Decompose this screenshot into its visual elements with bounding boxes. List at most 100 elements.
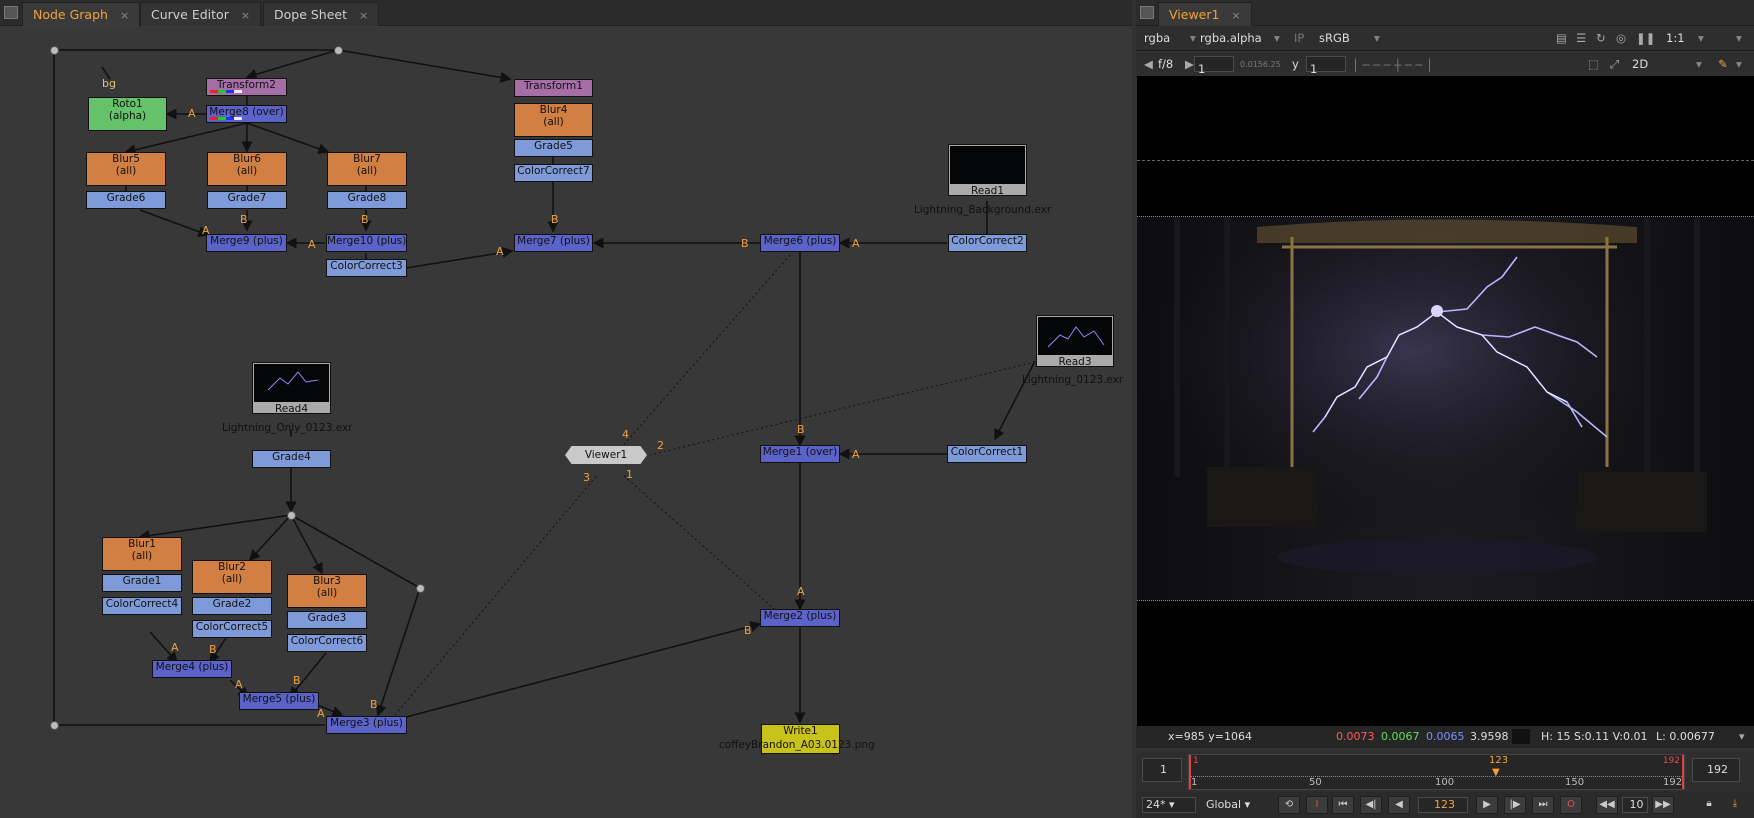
- node-merge2[interactable]: Merge2 (plus): [760, 609, 840, 627]
- node-colorcorrect1[interactable]: ColorCorrect1: [947, 445, 1027, 463]
- tab-dope-sheet[interactable]: Dope Sheet ×: [263, 2, 380, 26]
- gain-slider[interactable]: 0.0156.25: [1240, 60, 1281, 69]
- node-transform2[interactable]: Transform2: [206, 78, 287, 96]
- close-icon[interactable]: ×: [1231, 9, 1240, 22]
- dot-node[interactable]: [50, 721, 59, 730]
- pause-icon[interactable]: ❚❚: [1636, 31, 1655, 45]
- node-roto1[interactable]: Roto1 (alpha): [88, 97, 167, 131]
- node-grade3[interactable]: Grade3: [287, 611, 367, 629]
- node-read1[interactable]: Read1: [948, 144, 1027, 196]
- play-backward-icon[interactable]: ◀: [1388, 796, 1410, 814]
- node-grade8[interactable]: Grade8: [327, 191, 407, 209]
- node-merge8[interactable]: Merge8 (over): [206, 105, 287, 123]
- tab-viewer1[interactable]: Viewer1 ×: [1158, 2, 1252, 26]
- node-grade5[interactable]: Grade5: [514, 139, 593, 157]
- play-forward-icon[interactable]: ▶: [1476, 796, 1498, 814]
- node-merge10[interactable]: Merge10 (plus): [326, 234, 407, 252]
- lock-icon[interactable]: 🔒︎: [1698, 796, 1720, 814]
- step-forward-icon[interactable]: ▶▶: [1652, 796, 1674, 814]
- node-viewer1[interactable]: Viewer1: [565, 446, 647, 464]
- node-merge1[interactable]: Merge1 (over): [760, 445, 840, 463]
- node-merge9[interactable]: Merge9 (plus): [206, 234, 287, 252]
- frame-range-dropdown[interactable]: Global ▾: [1202, 797, 1266, 813]
- node-merge6[interactable]: Merge6 (plus): [760, 234, 840, 252]
- target-icon[interactable]: ◎: [1616, 31, 1626, 45]
- node-blur2[interactable]: Blur2 (all): [192, 560, 272, 594]
- close-icon[interactable]: ×: [241, 9, 250, 22]
- fps-dropdown[interactable]: 24* ▾: [1142, 797, 1196, 813]
- node-merge3[interactable]: Merge3 (plus): [326, 716, 407, 734]
- node-blur1[interactable]: Blur1 (all): [102, 537, 182, 571]
- list-icon[interactable]: ☰: [1576, 31, 1586, 45]
- node-merge4[interactable]: Merge4 (plus): [152, 660, 232, 678]
- chevron-down-icon[interactable]: ▾: [1739, 730, 1745, 743]
- node-colorcorrect4[interactable]: ColorCorrect4: [102, 597, 182, 615]
- node-merge5[interactable]: Merge5 (plus): [239, 692, 319, 710]
- dot-node[interactable]: [287, 511, 296, 520]
- timeline-scrubber[interactable]: 1 192 123 ▼ 1 50 100 150 192: [1188, 754, 1685, 790]
- timeline-start-field[interactable]: 1: [1142, 758, 1182, 782]
- dot-node[interactable]: [50, 46, 59, 55]
- node-grade6[interactable]: Grade6: [86, 191, 166, 209]
- node-colorcorrect5[interactable]: ColorCorrect5: [192, 620, 272, 638]
- gain-field[interactable]: 1: [1194, 56, 1234, 76]
- node-blur5[interactable]: Blur5 (all): [86, 152, 166, 186]
- node-colorcorrect3[interactable]: ColorCorrect3: [326, 259, 407, 277]
- tab-node-graph[interactable]: Node Graph ×: [22, 2, 141, 26]
- lut-dropdown[interactable]: sRGB: [1319, 31, 1350, 45]
- arrow-right-icon[interactable]: ▶: [1185, 57, 1194, 71]
- current-frame-field[interactable]: 123: [1418, 797, 1468, 813]
- close-icon[interactable]: ×: [359, 9, 368, 22]
- step-back-icon[interactable]: ◀◀: [1596, 796, 1618, 814]
- ip-button[interactable]: IP: [1294, 31, 1304, 45]
- transform-icon[interactable]: ⤢: [1610, 57, 1619, 72]
- alpha-channel-dropdown[interactable]: rgba.alpha: [1200, 31, 1262, 45]
- gamma-field[interactable]: 1: [1306, 56, 1346, 76]
- node-grade1[interactable]: Grade1: [102, 574, 182, 592]
- node-read4[interactable]: Read4: [252, 362, 331, 414]
- panel-menu-icon[interactable]: [4, 6, 18, 19]
- cache-icon[interactable]: ⤓: [1724, 796, 1746, 814]
- node-graph-canvas[interactable]: bg Roto1 (alpha) Transform2 Merge8 (over)…: [0, 27, 1132, 818]
- node-grade4[interactable]: Grade4: [252, 450, 331, 468]
- node-read3[interactable]: Read3: [1036, 315, 1114, 367]
- node-colorcorrect6[interactable]: ColorCorrect6: [287, 634, 367, 652]
- panel-menu-icon[interactable]: [1140, 6, 1154, 19]
- view-mode-dropdown[interactable]: 2D: [1632, 57, 1648, 71]
- timeline-end-field[interactable]: 192: [1692, 758, 1740, 782]
- first-frame-icon[interactable]: ⏮: [1332, 796, 1354, 814]
- refresh-icon[interactable]: ↻: [1596, 31, 1606, 45]
- step-field[interactable]: 10: [1622, 797, 1648, 813]
- viewer-image-area[interactable]: [1137, 76, 1754, 726]
- loop-icon[interactable]: ⟲: [1278, 796, 1300, 814]
- out-point-icon[interactable]: O: [1560, 796, 1582, 814]
- zoom-dropdown[interactable]: 1:1: [1666, 31, 1685, 45]
- overlay-icon[interactable]: ▤: [1556, 31, 1567, 45]
- prev-keyframe-icon[interactable]: ◀|: [1360, 796, 1382, 814]
- dot-node[interactable]: [416, 584, 425, 593]
- close-icon[interactable]: ×: [120, 9, 129, 22]
- roi-icon[interactable]: ⬚: [1588, 57, 1599, 71]
- node-transform1[interactable]: Transform1: [514, 79, 593, 97]
- node-colorcorrect2[interactable]: ColorCorrect2: [948, 234, 1027, 252]
- node-merge7[interactable]: Merge7 (plus): [514, 234, 593, 252]
- pen-icon[interactable]: ✎: [1718, 57, 1728, 71]
- arrow-left-icon[interactable]: ◀: [1144, 57, 1153, 71]
- chevron-down-icon[interactable]: ▾: [1736, 57, 1742, 71]
- chevron-down-icon[interactable]: ▾: [1736, 31, 1742, 45]
- node-blur6[interactable]: Blur6 (all): [207, 152, 287, 186]
- node-grade7[interactable]: Grade7: [207, 191, 287, 209]
- channels-dropdown[interactable]: rgba: [1144, 31, 1170, 45]
- node-blur4[interactable]: Blur4 (all): [514, 103, 593, 137]
- gamma-slider[interactable]: │ ─ ─ ─ ┼ ─ ─ │: [1352, 58, 1433, 72]
- node-grade2[interactable]: Grade2: [192, 597, 272, 615]
- out-point-marker[interactable]: [1682, 755, 1684, 789]
- in-point-icon[interactable]: I: [1306, 796, 1328, 814]
- node-blur3[interactable]: Blur3 (all): [287, 574, 367, 608]
- dot-node[interactable]: [334, 46, 343, 55]
- next-keyframe-icon[interactable]: |▶: [1504, 796, 1526, 814]
- node-blur7[interactable]: Blur7 (all): [327, 152, 407, 186]
- node-colorcorrect7[interactable]: ColorCorrect7: [514, 164, 593, 182]
- tab-curve-editor[interactable]: Curve Editor ×: [140, 2, 262, 26]
- last-frame-icon[interactable]: ⏭: [1532, 796, 1554, 814]
